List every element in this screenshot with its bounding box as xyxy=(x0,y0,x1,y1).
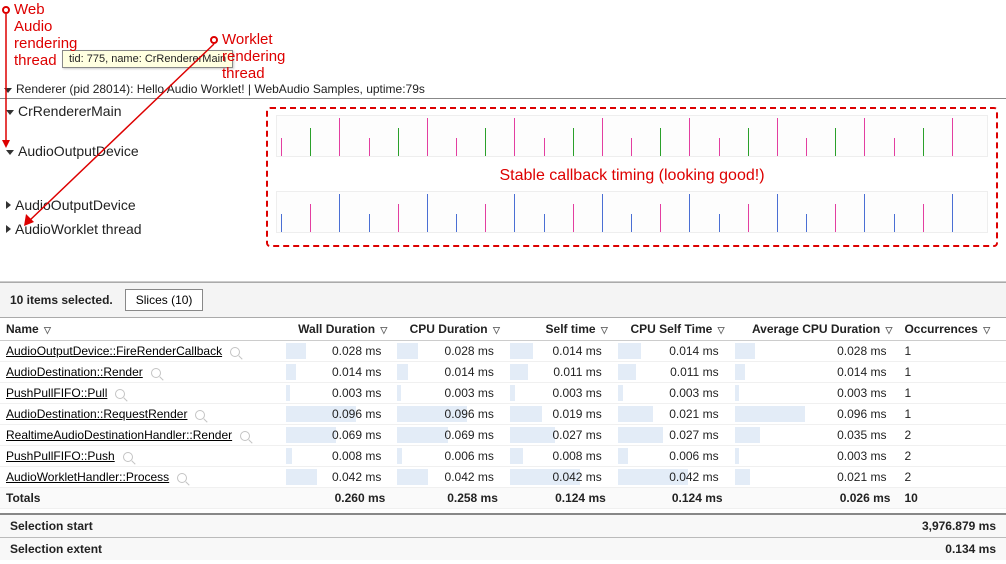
thread-row-audiooutputdevice-1[interactable]: AudioOutputDevice xyxy=(0,139,266,163)
column-header[interactable]: CPU Self Time ▽ xyxy=(614,318,731,341)
table-row[interactable]: AudioWorkletHandler::Process0.042 ms0.04… xyxy=(0,467,1006,488)
spike-track-lower[interactable] xyxy=(276,191,988,233)
chevron-down-icon[interactable] xyxy=(4,88,12,93)
tab-slices[interactable]: Slices (10) xyxy=(125,289,204,311)
slice-name-link[interactable]: RealtimeAudioDestinationHandler::Render xyxy=(6,428,232,442)
selection-count: 10 items selected. xyxy=(10,293,113,307)
table-row[interactable]: RealtimeAudioDestinationHandler::Render0… xyxy=(0,425,1006,446)
chevron-down-icon[interactable] xyxy=(6,150,14,155)
column-header[interactable]: Wall Duration ▽ xyxy=(282,318,393,341)
table-row[interactable]: AudioDestination::Render0.014 ms0.014 ms… xyxy=(0,362,1006,383)
magnify-icon[interactable] xyxy=(240,431,250,441)
slice-name-link[interactable]: AudioDestination::Render xyxy=(6,365,143,379)
thread-row-audiooutputdevice-2[interactable]: AudioOutputDevice xyxy=(0,193,266,217)
chevron-down-icon[interactable] xyxy=(6,110,14,115)
process-title: Renderer (pid 28014): Hello Audio Workle… xyxy=(16,82,425,96)
selection-bar: 10 items selected. Slices (10) xyxy=(0,282,1006,318)
slice-name-link[interactable]: AudioDestination::RequestRender xyxy=(6,407,187,421)
thread-sidebar: CrRendererMain AudioOutputDevice tid: 77… xyxy=(0,99,266,281)
process-header[interactable]: Renderer (pid 28014): Hello Audio Workle… xyxy=(0,80,1006,99)
column-header[interactable]: Name ▽ xyxy=(0,318,282,341)
timing-callout: Stable callback timing (looking good!) xyxy=(266,107,998,247)
callout-label: Stable callback timing (looking good!) xyxy=(276,167,988,185)
footer-selection-start: Selection start 3,976.879 ms xyxy=(0,513,1006,537)
chevron-right-icon[interactable] xyxy=(6,225,11,233)
slice-name-link[interactable]: PushPullFIFO::Push xyxy=(6,449,115,463)
column-header[interactable]: CPU Duration ▽ xyxy=(393,318,506,341)
slice-name-link[interactable]: AudioOutputDevice::FireRenderCallback xyxy=(6,344,222,358)
timeline-area[interactable]: Stable callback timing (looking good!) xyxy=(266,99,1006,281)
thread-row-audioworklet[interactable]: AudioWorklet thread xyxy=(0,217,266,241)
magnify-icon[interactable] xyxy=(230,347,240,357)
table-row[interactable]: PushPullFIFO::Pull0.003 ms0.003 ms0.003 … xyxy=(0,383,1006,404)
slices-table: Name ▽Wall Duration ▽CPU Duration ▽Self … xyxy=(0,318,1006,509)
slice-name-link[interactable]: AudioWorkletHandler::Process xyxy=(6,470,169,484)
slice-name-link[interactable]: PushPullFIFO::Pull xyxy=(6,386,107,400)
magnify-icon[interactable] xyxy=(115,389,125,399)
thread-row-crrenderermain[interactable]: CrRendererMain xyxy=(0,99,266,123)
totals-row: Totals0.260 ms0.258 ms0.124 ms0.124 ms0.… xyxy=(0,488,1006,509)
magnify-icon[interactable] xyxy=(177,473,187,483)
chevron-right-icon[interactable] xyxy=(6,201,11,209)
column-header[interactable]: Self time ▽ xyxy=(506,318,614,341)
table-row[interactable]: PushPullFIFO::Push0.008 ms0.006 ms0.008 … xyxy=(0,446,1006,467)
magnify-icon[interactable] xyxy=(195,410,205,420)
spike-track-upper[interactable] xyxy=(276,115,988,157)
magnify-icon[interactable] xyxy=(151,368,161,378)
footer-selection-extent: Selection extent 0.134 ms xyxy=(0,537,1006,560)
column-header[interactable]: Occurrences ▽ xyxy=(898,318,1006,341)
magnify-icon[interactable] xyxy=(123,452,133,462)
table-row[interactable]: AudioOutputDevice::FireRenderCallback0.0… xyxy=(0,341,1006,362)
table-row[interactable]: AudioDestination::RequestRender0.096 ms0… xyxy=(0,404,1006,425)
column-header[interactable]: Average CPU Duration ▽ xyxy=(731,318,899,341)
tooltip: tid: 775, name: CrRendererMain xyxy=(62,50,233,68)
